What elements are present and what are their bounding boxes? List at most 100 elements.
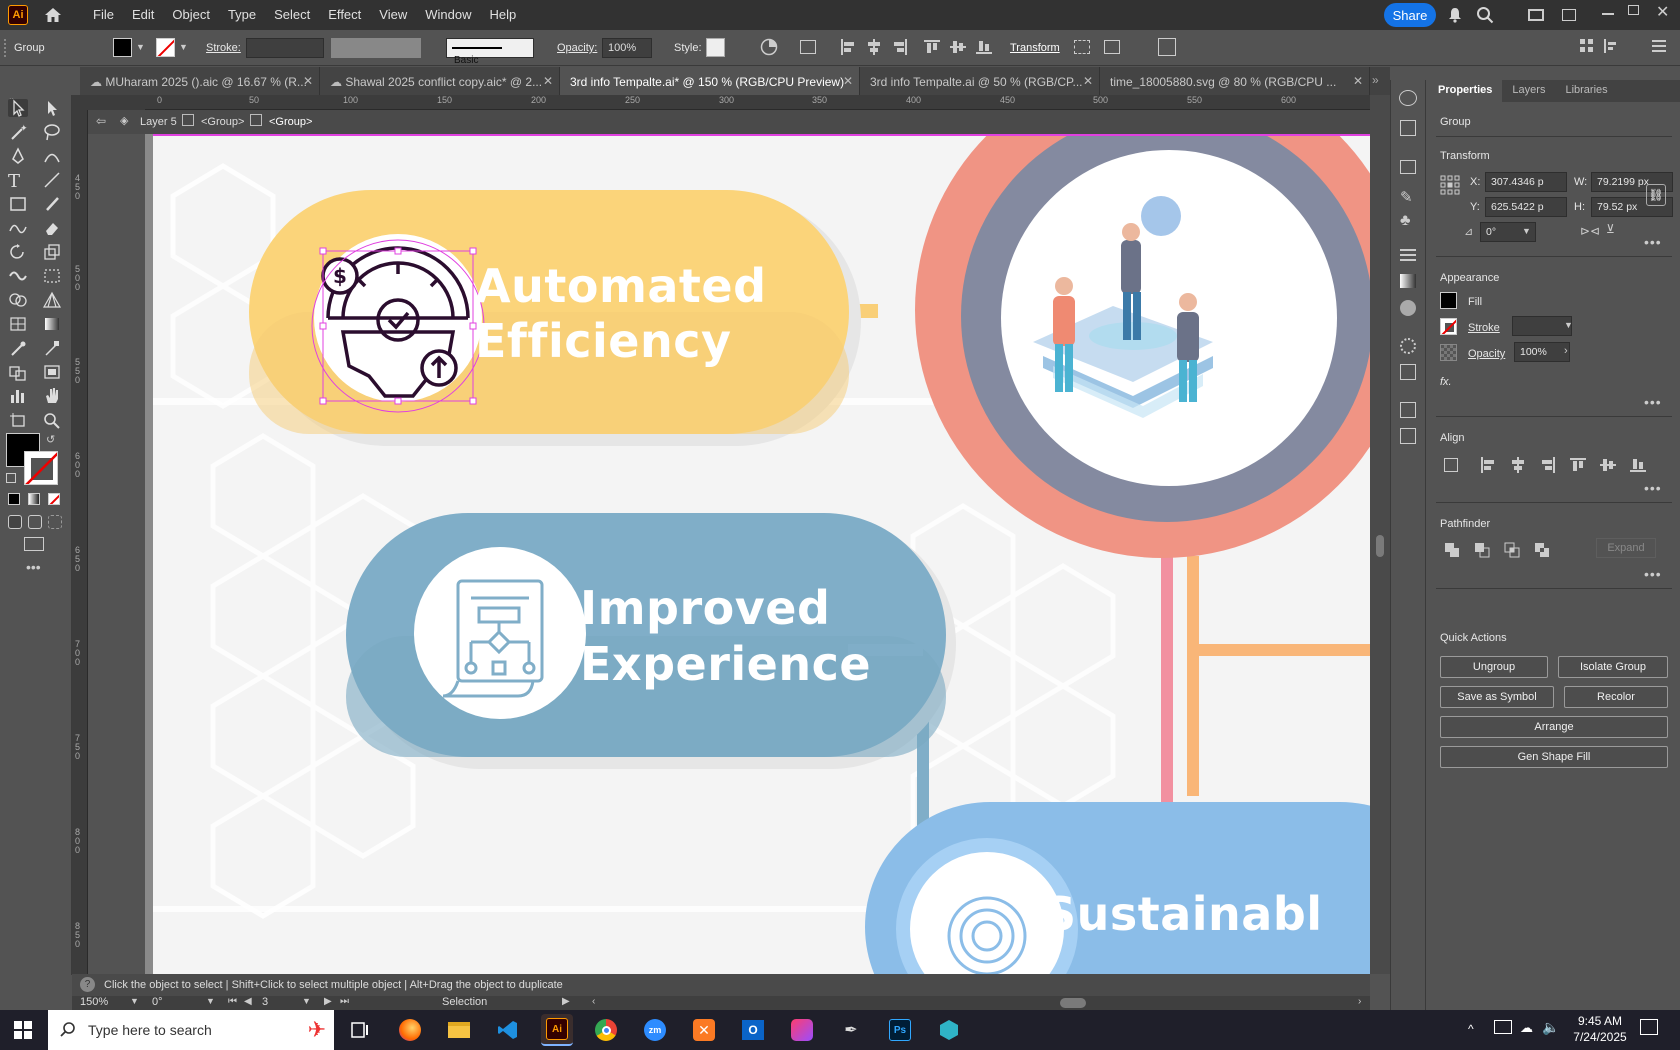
brushes-icon[interactable]: ✎ [1400,188,1413,206]
breadcrumb-group-1[interactable]: <Group> [201,116,244,128]
align-top-icon[interactable] [924,39,940,58]
panel-align-left-icon[interactable] [1480,457,1496,476]
outlook-icon[interactable]: O [737,1014,769,1046]
file-explorer-icon[interactable] [443,1014,475,1046]
card1-title-line1[interactable]: Automated [475,258,767,315]
shape-builder-tool-icon[interactable] [8,291,28,309]
graphic-styles-icon[interactable] [1400,364,1416,380]
panel-menu-icon[interactable] [1652,40,1666,55]
none-mode-icon[interactable] [48,493,60,505]
arrange-panel-icon[interactable] [1580,39,1594,56]
taskbar-search-box[interactable]: Type here to search ✈ [48,1010,334,1050]
vertical-ruler[interactable]: 450 500 550 600 650 700 750 800 850 [72,110,88,974]
close-tab-icon[interactable]: ✕ [303,74,313,88]
artboard-tool-icon[interactable] [8,411,28,429]
gen-shape-fill-button[interactable]: Gen Shape Fill [1440,746,1668,768]
menu-type[interactable]: Type [219,0,265,30]
stroke-weight-field[interactable] [246,38,324,58]
vertical-scroll-thumb[interactable] [1376,535,1384,557]
bell-icon[interactable] [1447,7,1463,26]
exclude-icon[interactable] [1534,542,1550,561]
chevron-down-icon[interactable]: ▼ [206,996,215,1006]
tab-layers[interactable]: Layers [1502,80,1555,102]
align-to-selection-icon[interactable] [1444,458,1458,472]
swap-colors-icon[interactable]: ↺ [46,433,55,446]
close-window-icon[interactable]: ✕ [1656,2,1669,22]
column-graph-tool-icon[interactable] [8,387,28,405]
x-field[interactable]: 307.4346 p [1485,172,1567,192]
previous-artboard-icon[interactable]: ◀ [244,996,252,1007]
tab-muharam[interactable]: ☁ MUharam 2025 ().aic @ 16.67 % (R... ✕ [80,67,320,95]
vscode-icon[interactable] [492,1014,524,1046]
constrain-proportions-icon[interactable]: ⛓ [1646,184,1666,206]
share-button[interactable]: Share [1384,3,1436,27]
menu-window[interactable]: Window [416,0,480,30]
free-transform-tool-icon[interactable] [42,267,62,285]
recolor-button[interactable]: Recolor [1564,686,1668,708]
first-artboard-icon[interactable]: ⏮ [228,996,237,1007]
chevron-down-icon[interactable]: ▼ [302,996,311,1006]
pen-app-icon[interactable]: ✒ [835,1014,867,1046]
menu-select[interactable]: Select [265,0,319,30]
rotate-tool-icon[interactable] [8,243,28,261]
horizontal-scroll-thumb[interactable] [1060,998,1086,1008]
ungroup-button[interactable]: Ungroup [1440,656,1548,678]
menu-edit[interactable]: Edit [123,0,163,30]
card1-title-line2[interactable]: Efficiency [475,313,731,370]
opacity-link[interactable]: Opacity [1468,348,1505,360]
align-left-icon[interactable] [840,39,856,58]
network-icon[interactable] [1494,1020,1512,1034]
menu-file[interactable]: File [84,0,123,30]
scale-tool-icon[interactable] [42,243,62,261]
selection-tool-icon[interactable] [8,99,28,117]
align-to-icon[interactable] [800,40,816,54]
tray-overflow-icon[interactable]: ^ [1468,1022,1474,1036]
panel-align-center-icon[interactable] [1510,457,1526,476]
breadcrumb-layer[interactable]: Layer 5 [140,116,177,128]
card2-title-line1[interactable]: Improved [580,580,830,637]
artboard-number[interactable]: 3 [262,996,268,1008]
appearance-opacity-field[interactable]: 100% [1514,342,1570,362]
card2-title-line2[interactable]: Experience [580,636,871,693]
draw-behind-icon[interactable] [28,515,42,529]
scroll-left-icon[interactable]: ‹ [592,996,595,1007]
stroke-color-swatch[interactable] [24,451,58,485]
transform-link[interactable]: Transform [1010,42,1060,54]
gradient-panel-icon[interactable] [1400,274,1416,288]
color-mode-icon[interactable] [8,493,20,505]
panel-align-top-icon[interactable] [1570,457,1586,476]
color-panel-icon[interactable] [1399,90,1417,106]
appearance-stroke-swatch[interactable] [1440,318,1457,335]
chevron-down-icon[interactable]: ▼ [179,42,188,52]
shaper-tool-icon[interactable] [8,219,28,237]
tab-time-svg[interactable]: time_18005880.svg @ 80 % (RGB/CPU ... ✕ [1100,67,1370,95]
screen-mode-icon[interactable] [24,537,44,551]
slice-tool-icon[interactable] [42,363,62,381]
last-artboard-icon[interactable]: ⏭ [340,996,349,1007]
stroke-link[interactable]: Stroke [1468,322,1500,334]
zoom-app-icon[interactable]: zm [639,1014,671,1046]
stroke-panel-icon[interactable] [1400,248,1416,265]
appearance-fill-swatch[interactable] [1440,292,1457,309]
system-clock[interactable]: 9:45 AM 7/24/2025 [1560,1013,1640,1045]
save-as-symbol-button[interactable]: Save as Symbol [1440,686,1554,708]
rotate-view[interactable]: 0° [152,996,163,1008]
export-icon[interactable] [1400,402,1416,418]
close-tab-icon[interactable]: ✕ [1083,74,1093,88]
scroll-right-icon[interactable]: › [1358,996,1361,1007]
horizontal-ruler[interactable]: 0 50 100 150 200 250 300 350 400 450 500… [145,95,1370,110]
edit-toolbar-icon[interactable]: ••• [26,559,41,575]
type-tool-icon[interactable]: T [8,171,28,192]
mesh-tool-icon[interactable] [8,315,28,333]
card3-title-line1[interactable]: Sustainabl [1043,886,1323,943]
unite-icon[interactable] [1444,542,1460,561]
chevron-right-icon[interactable]: › [1564,345,1568,357]
arrange-button[interactable]: Arrange [1440,716,1668,738]
hand-tool-icon[interactable] [42,387,62,405]
reference-point-icon[interactable] [1440,175,1460,198]
isolate-group-button[interactable]: Isolate Group [1558,656,1668,678]
panel-align-bottom-icon[interactable] [1630,457,1646,476]
pen-tool-icon[interactable] [8,147,28,165]
chevron-down-icon[interactable]: ▼ [136,42,145,52]
appearance-stroke-weight[interactable] [1512,316,1572,336]
